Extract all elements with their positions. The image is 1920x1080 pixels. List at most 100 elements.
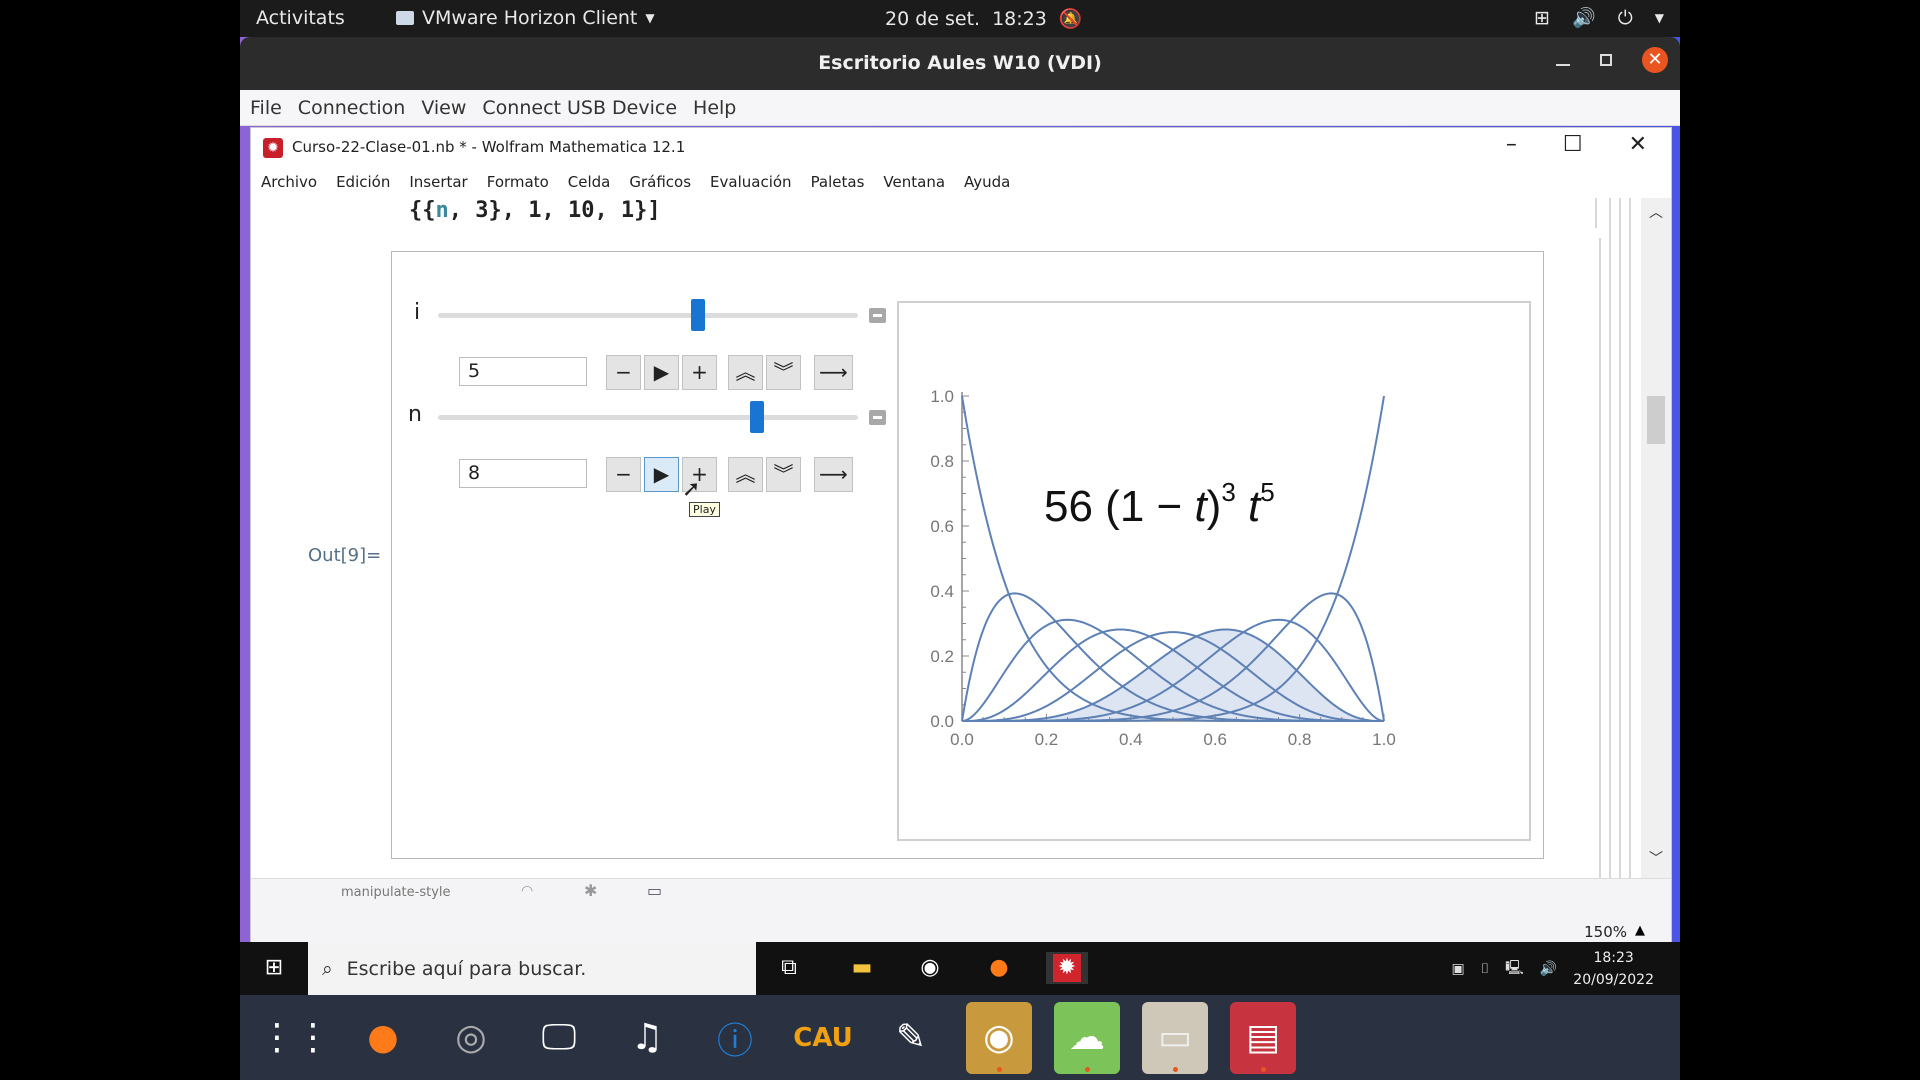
undo-icon[interactable]: ◠	[521, 883, 533, 899]
x-tick-label: 1.0	[1372, 730, 1396, 749]
app-menu[interactable]: VMware Horizon Client ▼	[396, 7, 655, 29]
slower-i-button[interactable]: ︾	[766, 355, 801, 390]
windows-taskbar: ⊞ ⌕ Escribe aquí para buscar. ⧉ ▬ ◉ ● ✹ …	[240, 942, 1680, 995]
notebook-area[interactable]: {{n, 3}, 1, 10, 1}] Out[9]= i 5 − ▶ + ︽ …	[251, 198, 1641, 878]
chrome-icon[interactable]: ◉	[966, 1001, 1032, 1074]
menu-evaluacion[interactable]: Evaluación	[710, 173, 792, 191]
usb-icon[interactable]: ⌷	[1481, 961, 1489, 977]
cell-bracket[interactable]	[1595, 198, 1597, 228]
menu-archivo[interactable]: Archivo	[261, 173, 317, 191]
network-icon[interactable]: 🖳	[1505, 957, 1524, 981]
system-tray[interactable]: ⊞ 🔊 ⏻ ▼	[1534, 6, 1664, 30]
mathematica-icon[interactable]: ✹	[1046, 952, 1088, 984]
slider-i-thumb[interactable]	[691, 299, 706, 331]
taskbar-clock[interactable]: 18:23 20/09/2022	[1573, 947, 1654, 991]
close-button[interactable]: ✕	[1642, 47, 1668, 73]
menu-paletas[interactable]: Paletas	[811, 173, 865, 191]
menu-view[interactable]: View	[421, 97, 466, 119]
cloud-icon[interactable]: ☁	[1054, 1001, 1120, 1074]
mathematica-icon: ✹	[263, 138, 283, 158]
menu-help[interactable]: Help	[693, 97, 736, 119]
close-button[interactable]: ✕	[1629, 132, 1647, 157]
mathematica-window: ✹ Curso-22-Clase-01.nb * - Wolfram Mathe…	[250, 127, 1672, 942]
slider-n-track[interactable]	[438, 415, 858, 420]
files-icon[interactable]: ▭	[1142, 1001, 1208, 1074]
vertical-scrollbar[interactable]: ︿ ﹀	[1641, 198, 1671, 878]
file-explorer-icon[interactable]: ▬	[846, 952, 878, 984]
info-icon[interactable]: ⓘ	[702, 1002, 768, 1074]
menu-insertar[interactable]: Insertar	[409, 173, 467, 191]
menu-connection[interactable]: Connection	[298, 97, 406, 119]
menu-edicion[interactable]: Edición	[336, 173, 390, 191]
windows-start-icon[interactable]: ⊞	[258, 952, 290, 984]
direction-n-button[interactable]: ⟶	[814, 457, 853, 492]
slower-n-button[interactable]: ︾	[766, 457, 801, 492]
maximize-button[interactable]: ☐	[1563, 132, 1583, 157]
menu-file[interactable]: File	[250, 97, 282, 119]
volume-icon[interactable]: 🔊	[1540, 961, 1557, 977]
menu-ayuda[interactable]: Ayuda	[964, 173, 1010, 191]
bernstein-plot: 0.0 0.2 0.4 0.6 0.8 1.0 0.0 0.2 0.4 0.6 0.8 1.0 56 (…	[930, 387, 1396, 749]
menu-connect-usb[interactable]: Connect USB Device	[482, 97, 677, 119]
slider-n-thumb[interactable]	[750, 401, 765, 433]
play-i-button[interactable]: ▶	[644, 355, 679, 390]
taskbar-time: 18:23	[1593, 949, 1634, 966]
vdi-window: Escritorio Aules W10 (VDI) ✕ File Connec…	[240, 37, 1680, 942]
music-icon[interactable]: ♫	[614, 1002, 680, 1074]
scroll-down-icon[interactable]: ﹀	[1649, 848, 1663, 868]
y-tick-label: 0.0	[930, 712, 954, 731]
scroll-thumb[interactable]	[1647, 396, 1665, 444]
mouse-cursor-icon: ➚	[682, 477, 701, 502]
minimize-button[interactable]: –	[1506, 132, 1517, 157]
cau-icon[interactable]: CAU	[790, 1002, 856, 1074]
app-grid-icon[interactable]: ⋮⋮	[259, 1002, 331, 1074]
play-n-button[interactable]: ▶	[644, 457, 679, 492]
taskbar-search[interactable]: ⌕ Escribe aquí para buscar.	[308, 942, 756, 995]
remote-desktop-icon[interactable]: 🖵	[526, 1002, 592, 1074]
decrement-i-button[interactable]: −	[606, 355, 641, 390]
menu-formato[interactable]: Formato	[487, 173, 549, 191]
window-icon[interactable]: ▭	[647, 881, 662, 900]
increment-i-button[interactable]: +	[682, 355, 717, 390]
decrement-n-button[interactable]: −	[606, 457, 641, 492]
mathematica-title-bar: ✹ Curso-22-Clase-01.nb * - Wolfram Mathe…	[251, 128, 1671, 166]
cell-bracket[interactable]	[1599, 238, 1601, 878]
gear-icon[interactable]: ✱	[584, 881, 597, 900]
notes-icon[interactable]: ✎	[878, 1002, 944, 1074]
ubuntu-dock: ⋮⋮ ● ◎ 🖵 ♫ ⓘ CAU ✎ ◉ ☁ ▭ ▤	[240, 995, 1680, 1080]
formula-label: 56 (1 − t)3 t5	[1044, 477, 1275, 531]
collapse-controls-i-button[interactable]	[869, 308, 886, 323]
disk-icon[interactable]: ◎	[438, 1002, 504, 1074]
search-placeholder: Escribe aquí para buscar.	[346, 957, 587, 980]
zoom-level[interactable]: 150%	[1584, 923, 1627, 941]
value-field-n[interactable]: 8	[459, 459, 587, 488]
input-code-line[interactable]: {{n, 3}, 1, 10, 1}]	[409, 198, 661, 223]
document-viewer-icon[interactable]: ▤	[1230, 1001, 1296, 1074]
menu-graficos[interactable]: Gráficos	[629, 173, 691, 191]
direction-i-button[interactable]: ⟶	[814, 355, 853, 390]
vmware-icon[interactable]: ▣	[1452, 961, 1465, 977]
menu-ventana[interactable]: Ventana	[883, 173, 945, 191]
firefox-icon[interactable]: ●	[983, 952, 1015, 984]
manipulate-style-label[interactable]: manipulate-style	[341, 885, 451, 900]
minimize-button[interactable]	[1556, 64, 1570, 66]
slider-i-track[interactable]	[438, 313, 858, 318]
faster-n-button[interactable]: ︽	[728, 457, 763, 492]
clock[interactable]: 20 de set. 18:23 🔕	[885, 7, 1083, 31]
firefox-icon[interactable]: ●	[350, 1002, 416, 1074]
system-tray: ▣ ⌷ 🖳 🔊 18:23 20/09/2022	[1452, 942, 1680, 995]
scroll-up-icon[interactable]: ︿	[1649, 202, 1663, 222]
cell-bracket[interactable]	[1619, 198, 1621, 878]
cell-bracket[interactable]	[1629, 198, 1631, 878]
chrome-icon[interactable]: ◉	[914, 952, 946, 984]
manipulate-panel: i 5 − ▶ + ︽ ︾ ⟶ n 8 − ▶ + ︽ ︾ ⟶ ➚ Play 0…	[391, 251, 1544, 859]
value-field-i[interactable]: 5	[459, 357, 587, 386]
menu-celda[interactable]: Celda	[568, 173, 611, 191]
faster-i-button[interactable]: ︽	[728, 355, 763, 390]
activities-button[interactable]: Activitats	[256, 7, 345, 29]
collapse-controls-n-button[interactable]	[869, 410, 886, 425]
maximize-button[interactable]	[1600, 54, 1612, 66]
cell-bracket[interactable]	[1609, 198, 1611, 878]
task-view-icon[interactable]: ⧉	[773, 952, 805, 984]
zoom-up-icon[interactable]: ▲	[1635, 923, 1645, 938]
